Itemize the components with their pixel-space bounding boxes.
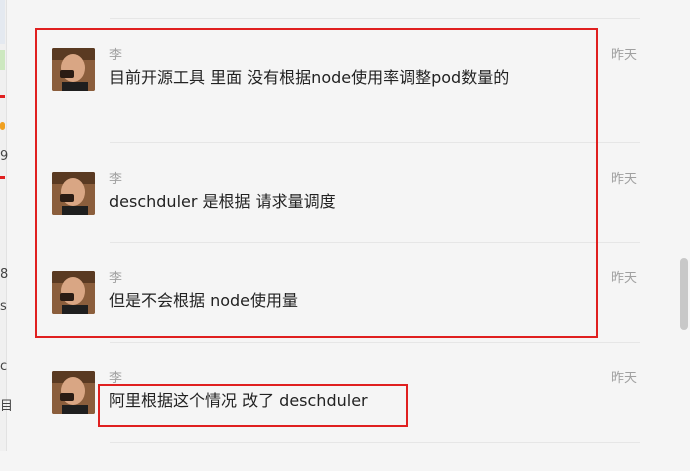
message-divider — [110, 18, 640, 19]
left-panel-orange-dot — [0, 122, 5, 130]
left-panel-glyph: 目 — [0, 399, 14, 414]
avatar-photo-icon — [52, 172, 95, 215]
avatar[interactable] — [52, 271, 95, 314]
message-text: 但是不会根据 node使用量 — [109, 291, 299, 310]
left-panel-glyph: s — [0, 299, 7, 314]
message-time: 昨天 — [611, 271, 638, 286]
sender-name: 李 — [109, 271, 123, 286]
chat-message[interactable]: 李 昨天 目前开源工具 里面 没有根据node使用率调整pod数量的 — [52, 48, 637, 148]
left-panel-glyph: c — [0, 359, 8, 374]
left-panel-red-mark-2 — [0, 176, 5, 179]
scrollbar-track[interactable] — [677, 0, 690, 451]
sender-name: 李 — [109, 371, 123, 386]
message-divider — [110, 142, 640, 143]
message-divider — [110, 342, 640, 343]
avatar[interactable] — [52, 48, 95, 91]
avatar[interactable] — [52, 371, 95, 414]
sender-name: 李 — [109, 48, 123, 63]
sender-name: 李 — [109, 172, 123, 187]
message-time: 昨天 — [611, 48, 638, 63]
message-time: 昨天 — [611, 371, 638, 386]
message-time: 昨天 — [611, 172, 638, 187]
left-panel-red-mark — [0, 95, 5, 98]
avatar[interactable] — [52, 172, 95, 215]
scrollbar-thumb[interactable] — [680, 258, 688, 330]
chat-message[interactable]: 李 昨天 但是不会根据 node使用量 — [52, 271, 637, 371]
message-text: 阿里根据这个情况 改了 deschduler — [109, 391, 368, 410]
chat-message[interactable]: 李 昨天 阿里根据这个情况 改了 deschduler — [52, 371, 637, 471]
avatar-photo-icon — [52, 271, 95, 314]
chat-message[interactable]: 李 昨天 deschduler 是根据 请求量调度 — [52, 172, 637, 272]
message-text: deschduler 是根据 请求量调度 — [109, 192, 336, 211]
avatar-photo-icon — [52, 371, 95, 414]
avatar-photo-icon — [52, 48, 95, 91]
message-text: 目前开源工具 里面 没有根据node使用率调整pod数量的 — [109, 68, 510, 87]
message-divider — [110, 442, 640, 443]
left-panel-glyph: 8 — [0, 267, 9, 282]
left-panel-tab[interactable] — [0, 0, 5, 44]
left-panel-glyph: 9 — [0, 149, 9, 164]
left-panel-tab-green[interactable] — [0, 50, 5, 70]
message-divider — [110, 242, 640, 243]
